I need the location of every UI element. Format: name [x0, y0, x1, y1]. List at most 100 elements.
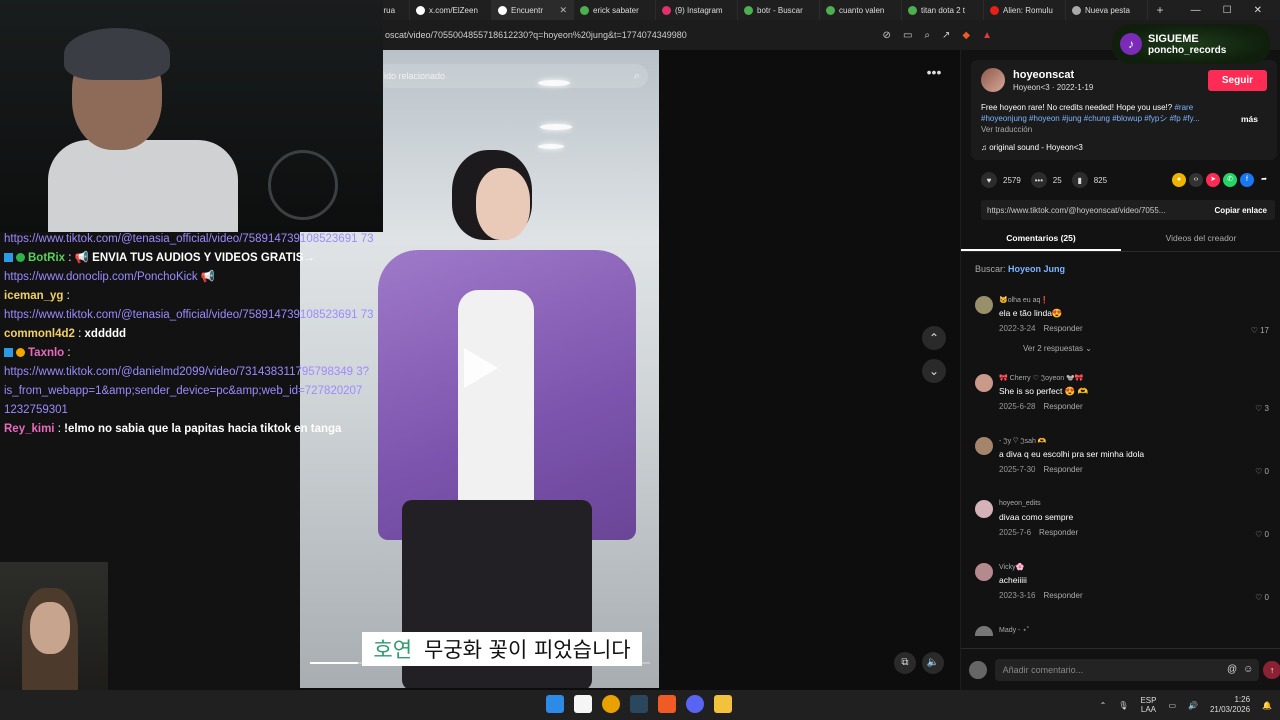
send-icon[interactable]: ➤: [1206, 173, 1220, 187]
play-icon[interactable]: [464, 348, 498, 388]
pip-icon[interactable]: ⧉: [894, 652, 916, 674]
view-replies-button[interactable]: Ver 2 respuestas ⌄: [1023, 344, 1092, 353]
comment-avatar[interactable]: [975, 437, 993, 455]
heart-outline-icon[interactable]: ♡: [1255, 467, 1264, 476]
brave-shield-icon[interactable]: ◆: [962, 30, 970, 41]
browser-tab[interactable]: x.com/ElZeen: [410, 0, 492, 20]
comment-username[interactable]: 🎀 Cherry ♡ 𝔍oyeon 🐭🎀: [999, 374, 1084, 383]
cast-icon[interactable]: ▭: [903, 30, 912, 41]
coin-icon[interactable]: ●: [1172, 173, 1186, 187]
new-tab-button[interactable]: +: [1148, 3, 1172, 17]
browser-tab[interactable]: botr - Buscar: [738, 0, 820, 20]
embed-icon[interactable]: ‹›: [1189, 173, 1203, 187]
previous-video-button[interactable]: ⌃: [922, 326, 946, 350]
next-video-button[interactable]: ⌄: [922, 359, 946, 383]
heart-outline-icon[interactable]: ♡: [1251, 326, 1260, 335]
more-options-icon[interactable]: •••: [922, 64, 946, 84]
browser-tab[interactable]: (9) Instagram: [656, 0, 738, 20]
heart-outline-icon[interactable]: ♡: [1255, 593, 1264, 602]
save-stat[interactable]: ▮ 825: [1071, 172, 1107, 188]
comment-username[interactable]: Vicky🌸: [999, 563, 1024, 571]
reply-button[interactable]: Responder: [1043, 324, 1082, 333]
browser-tab[interactable]: Encuentr ✕: [492, 0, 574, 20]
like-stat[interactable]: ♥ 2579: [981, 172, 1021, 188]
chat-link[interactable]: https://www.donoclip.com/PonchoKick 📢: [4, 271, 215, 283]
comment-like[interactable]: ♡ 3: [1255, 404, 1269, 413]
comment-avatar[interactable]: [975, 374, 993, 392]
share-link-text[interactable]: https://www.tiktok.com/@hoyeonscat/video…: [987, 206, 1165, 215]
comment-stat[interactable]: ••• 25: [1030, 172, 1062, 188]
steam-icon[interactable]: [630, 695, 648, 713]
comment-icon[interactable]: •••: [1030, 172, 1047, 188]
url-text[interactable]: oscat/video/7055004855718612230?q=hoyeon…: [383, 30, 687, 40]
reply-button[interactable]: Responder: [1043, 402, 1082, 411]
emoji-icon[interactable]: ☺: [1243, 664, 1253, 675]
chrome-icon[interactable]: [602, 695, 620, 713]
heart-outline-icon[interactable]: ♡: [1255, 404, 1264, 413]
minimize-icon[interactable]: —: [1191, 5, 1201, 16]
comment-username[interactable]: - 𝔍̈y ♡ 𝔍sah 🫶: [999, 437, 1047, 446]
sound-link[interactable]: ♫ original sound - Hoyeon<3: [981, 143, 1267, 152]
language-indicator[interactable]: ESP LAA: [1140, 696, 1156, 714]
browser-tab[interactable]: cuanto valen: [820, 0, 902, 20]
comment-username[interactable]: 🐱olha eu aq❗: [999, 296, 1049, 304]
comment-avatar[interactable]: [975, 563, 993, 581]
microphone-icon[interactable]: 🎙: [1118, 701, 1128, 710]
comment-like[interactable]: ♡ 17: [1251, 326, 1269, 335]
chat-username[interactable]: BotRix: [28, 252, 65, 264]
author-name[interactable]: hoyeonscat: [1013, 69, 1093, 81]
comment-like[interactable]: ♡ 0: [1255, 593, 1269, 602]
related-search-bar[interactable]: ido relacionado ⌕: [376, 64, 648, 88]
copy-link-button[interactable]: Copiar enlace: [1215, 206, 1267, 215]
reply-button[interactable]: Responder: [1039, 528, 1078, 537]
bookmark-icon[interactable]: ▮: [1071, 172, 1088, 188]
comment-like[interactable]: ♡ 0: [1255, 530, 1269, 539]
chat-username[interactable]: iceman_yg: [4, 290, 63, 302]
facebook-icon[interactable]: f: [1240, 173, 1254, 187]
file-explorer-icon[interactable]: [714, 695, 732, 713]
reply-button[interactable]: Responder: [1043, 465, 1082, 474]
brave-icon[interactable]: [658, 695, 676, 713]
maximize-icon[interactable]: ☐: [1223, 5, 1232, 16]
discord-icon[interactable]: [686, 695, 704, 713]
notification-bell-icon[interactable]: 🔔: [1262, 701, 1272, 710]
speaker-icon[interactable]: 🔊: [1188, 701, 1198, 710]
browser-tab[interactable]: Alien: Romulu: [984, 0, 1066, 20]
brave-rewards-icon[interactable]: ▲: [982, 30, 992, 41]
network-icon[interactable]: ▭: [1168, 701, 1176, 710]
author-avatar[interactable]: [981, 68, 1005, 92]
browser-tab[interactable]: erick sabater: [574, 0, 656, 20]
mention-icon[interactable]: @: [1227, 664, 1237, 675]
follow-button[interactable]: Seguir: [1207, 69, 1267, 91]
comment-avatar[interactable]: [975, 296, 993, 314]
sound-name[interactable]: original sound - Hoyeon<3: [989, 143, 1083, 152]
tab-creator-videos[interactable]: Videos del creador: [1121, 226, 1280, 251]
windows-start-icon[interactable]: [546, 695, 564, 713]
close-window-icon[interactable]: ✕: [1254, 5, 1262, 16]
tab-comments[interactable]: Comentarios (25): [961, 226, 1121, 251]
comment-input[interactable]: Añadir comentario... @ ☺: [994, 658, 1260, 681]
comment-avatar[interactable]: [975, 626, 993, 636]
send-comment-button[interactable]: ↑: [1263, 660, 1280, 679]
browser-tab[interactable]: titan dota 2 t: [902, 0, 984, 20]
comment-like[interactable]: ♡ 0: [1255, 467, 1269, 476]
comment-username[interactable]: hoyeon_edits: [999, 500, 1041, 507]
translate-link[interactable]: Ver traducción: [981, 125, 1267, 134]
whatsapp-icon[interactable]: ✆: [1223, 173, 1237, 187]
search-term-link[interactable]: Hoyeon Jung: [1008, 264, 1065, 274]
search-icon[interactable]: ⌕: [634, 70, 640, 83]
volume-icon[interactable]: 🔈: [922, 652, 944, 674]
zoom-icon[interactable]: ⌕: [924, 30, 930, 41]
tray-chevron-icon[interactable]: ⌃: [1100, 701, 1107, 710]
browser-tab[interactable]: Nueva pesta: [1066, 0, 1148, 20]
chat-username[interactable]: Rey_kimi: [4, 423, 55, 435]
forward-icon[interactable]: ➦: [1257, 173, 1271, 187]
video-progress-bar[interactable]: [310, 662, 650, 664]
chat-link[interactable]: https://www.tiktok.com/@tenasia_official…: [4, 309, 373, 321]
close-tab-icon[interactable]: ✕: [559, 5, 567, 16]
chat-link[interactable]: https://www.tiktok.com/@tenasia_official…: [4, 233, 373, 245]
comment-username[interactable]: Mady - ⋆˚: [999, 626, 1029, 634]
chat-username[interactable]: Taxnlo: [28, 347, 64, 359]
chat-username[interactable]: commonl4d2: [4, 328, 75, 340]
heart-icon[interactable]: ♥: [981, 172, 997, 188]
